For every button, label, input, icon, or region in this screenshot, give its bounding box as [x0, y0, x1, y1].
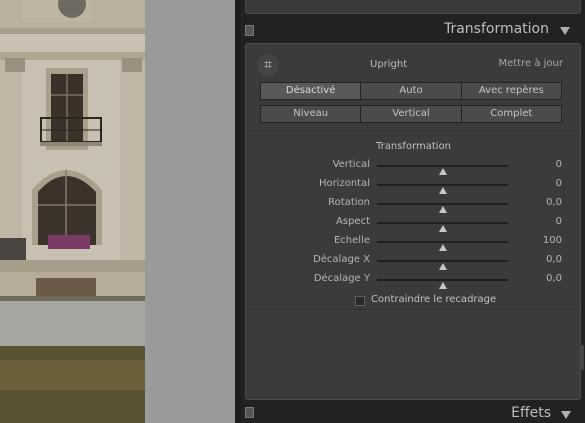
previous-panel-stub — [245, 0, 581, 14]
effects-panel-title: Effets — [511, 405, 551, 421]
slider-thumb[interactable] — [438, 244, 447, 251]
effects-panel-header[interactable]: Effets — [241, 403, 585, 423]
upright-full-button[interactable]: Complet — [461, 106, 561, 122]
constrain-crop-label[interactable]: Contraindre le recadrage — [371, 294, 496, 305]
slider-track[interactable] — [377, 279, 508, 289]
slider-label: Décalage X — [313, 254, 370, 265]
upright-off-button[interactable]: Désactivé — [261, 83, 361, 99]
divider — [246, 130, 580, 131]
upright-mode-row-1: Désactivé Auto Avec repères — [260, 82, 562, 100]
slider-label: Rotation — [328, 197, 370, 208]
slider-track[interactable] — [377, 165, 508, 175]
slider-offset-x[interactable]: Décalage X 0,0 — [246, 253, 580, 270]
slider-thumb[interactable] — [438, 168, 447, 175]
constrain-crop-checkbox[interactable] — [355, 296, 365, 306]
upright-guided-button[interactable]: Avec repères — [461, 83, 561, 99]
right-panel-column: Transformation ⌗ Upright Mettre à jour D… — [241, 0, 585, 423]
slider-horizontal[interactable]: Horizontal 0 — [246, 177, 580, 194]
transform-panel: ⌗ Upright Mettre à jour Désactivé Auto A… — [245, 43, 581, 400]
slider-value[interactable]: 100 — [543, 235, 562, 246]
crop-icon[interactable]: ⌗ — [257, 54, 279, 76]
slider-thumb[interactable] — [438, 263, 447, 270]
slider-rotation[interactable]: Rotation 0,0 — [246, 196, 580, 213]
slider-value[interactable]: 0 — [556, 178, 562, 189]
photo-preview[interactable] — [0, 0, 145, 423]
triangle-down-icon[interactable] — [560, 27, 570, 35]
slider-track[interactable] — [377, 184, 508, 194]
upright-vertical-button[interactable]: Vertical — [361, 106, 461, 122]
transform-subtitle: Transformation — [376, 141, 452, 152]
slider-track[interactable] — [377, 203, 508, 213]
panel-title: Transformation — [443, 21, 549, 37]
slider-aspect[interactable]: Aspect 0 — [246, 215, 580, 232]
transform-panel-header[interactable]: Transformation — [241, 18, 585, 42]
slider-label: Aspect — [336, 216, 370, 227]
slider-label: Décalage Y — [313, 273, 370, 284]
slider-thumb[interactable] — [438, 225, 447, 232]
slider-value[interactable]: 0,0 — [546, 254, 562, 265]
slider-value[interactable]: 0,0 — [546, 273, 562, 284]
slider-value[interactable]: 0,0 — [546, 197, 562, 208]
upright-auto-button[interactable]: Auto — [361, 83, 461, 99]
panel-switch-icon[interactable] — [245, 25, 254, 36]
slider-vertical[interactable]: Vertical 0 — [246, 158, 580, 175]
slider-thumb[interactable] — [438, 187, 447, 194]
upright-mode-row-2: Niveau Vertical Complet — [260, 105, 562, 123]
triangle-down-icon[interactable] — [561, 411, 571, 419]
slider-label: Horizontal — [318, 178, 370, 189]
canvas-background — [145, 0, 235, 423]
slider-thumb[interactable] — [438, 206, 447, 213]
slider-track[interactable] — [377, 260, 508, 270]
slider-track[interactable] — [377, 241, 508, 251]
panel-scrollbar[interactable] — [581, 345, 584, 370]
slider-thumb[interactable] — [438, 282, 447, 289]
slider-label: Echelle — [333, 235, 370, 246]
slider-value[interactable]: 0 — [556, 159, 562, 170]
divider — [246, 309, 580, 310]
update-button[interactable]: Mettre à jour — [499, 58, 564, 69]
panel-switch-icon[interactable] — [245, 407, 254, 418]
slider-label: Vertical — [332, 159, 370, 170]
upright-label: Upright — [370, 59, 408, 70]
slider-offset-y[interactable]: Décalage Y 0,0 — [246, 272, 580, 289]
slider-value[interactable]: 0 — [556, 216, 562, 227]
upright-level-button[interactable]: Niveau — [261, 106, 361, 122]
slider-scale[interactable]: Echelle 100 — [246, 234, 580, 251]
photo-image — [0, 0, 145, 423]
slider-track[interactable] — [377, 222, 508, 232]
